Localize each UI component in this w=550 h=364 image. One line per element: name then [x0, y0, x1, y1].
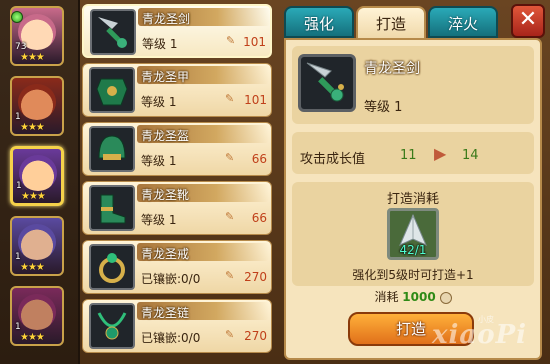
item-stat: 等级 1 [141, 95, 177, 109]
cost-value: 1000 [402, 290, 436, 304]
item-title: 青龙圣剑 [364, 61, 420, 77]
item-level: 等级 1 [364, 100, 403, 115]
necklace-icon [89, 303, 135, 349]
item-name: 青龙圣盔 [141, 129, 190, 143]
equipment-item[interactable]: 青龙圣戒已镶嵌:0/0 ✎ 270 [82, 240, 272, 294]
hero-face [18, 294, 56, 330]
forge-cost-title: 打造消耗 [386, 192, 439, 207]
tab-forge[interactable]: 打造 [356, 6, 426, 38]
hammer-icon: ✎ [225, 269, 235, 282]
equipment-item[interactable]: 青龙圣剑等级 1 ✎ 101 [82, 4, 272, 58]
item-stat: 等级 1 [141, 154, 177, 168]
equipment-item[interactable]: 青龙圣盔等级 1 ✎ 66 [82, 122, 272, 176]
watermark-logo: xiaoPi [432, 320, 527, 350]
hero-face [18, 224, 56, 260]
hero-stars: ★★★ [20, 262, 45, 273]
item-name: 青龙圣靴 [141, 188, 190, 202]
equipment-item[interactable]: 青龙圣甲等级 1 ✎ 101 [82, 63, 272, 117]
item-stat: 等级 1 [142, 37, 178, 51]
hero-stars: ★★★ [21, 191, 46, 202]
item-stat: 已镶嵌:0/0 [141, 272, 201, 286]
item-name: 青龙圣剑 [142, 12, 191, 26]
hammer-icon: ✎ [225, 151, 235, 164]
hero-portrait[interactable]: 1 ★★★ [10, 76, 64, 136]
hero-stars: ★★★ [20, 332, 45, 343]
item-name: 青龙圣戒 [141, 247, 190, 261]
armor-icon [89, 67, 135, 113]
boots-icon [89, 185, 135, 231]
sword-icon [298, 54, 356, 112]
close-button[interactable]: ✕ [511, 4, 545, 38]
cost-row: 消耗 1000 [286, 288, 540, 305]
item-stat: 已镶嵌:0/0 [141, 331, 201, 345]
hero-stars: ★★★ [20, 52, 45, 63]
item-cost: 101 [243, 35, 266, 49]
item-name: 青龙圣甲 [141, 70, 190, 84]
hammer-icon: ✎ [226, 34, 236, 47]
equipment-item[interactable]: 青龙圣靴等级 1 ✎ 66 [82, 181, 272, 235]
item-cost: 270 [244, 270, 267, 284]
hero-portrait[interactable]: 1 ★★★ [10, 286, 64, 346]
growth-label: 攻击成长值 [300, 152, 366, 167]
coin-icon [439, 291, 452, 304]
hammer-icon: ✎ [225, 210, 235, 223]
sword-icon [90, 9, 136, 55]
helmet-icon [89, 126, 135, 172]
equipment-item[interactable]: 青龙圣链已镶嵌:0/0 ✎ 270 [82, 299, 272, 353]
hero-stars: ★★★ [20, 122, 45, 133]
growth-next: 14 [462, 148, 479, 163]
item-cost: 66 [251, 211, 267, 225]
ring-icon [89, 244, 135, 290]
equipment-list: 青龙圣剑 等级 1 ✎ 101 青龙圣甲 等级 1 ✎ 101 青龙圣盔 等级 1 ✎ 66 青龙圣靴等… [82, 4, 274, 360]
hero-portrait[interactable]: 1 ★★★ [10, 146, 64, 206]
cost-label: 消耗 [374, 290, 399, 304]
tab-enhance[interactable]: 强化 [284, 6, 354, 38]
hero-face [18, 84, 56, 120]
item-cost: 270 [244, 329, 267, 343]
hero-level: 1 [16, 181, 22, 191]
item-stat: 等级 1 [141, 213, 177, 227]
hero-portrait[interactable]: 1 ★★★ [10, 216, 64, 276]
hero-level: 73 [15, 42, 27, 52]
close-icon: ✕ [518, 7, 538, 32]
hammer-icon: ✎ [225, 92, 235, 105]
forge-panel: 青龙圣剑 等级 1 攻击成长值 11 ▶ 14 打造消耗 42/1 强化到5级时… [284, 38, 542, 360]
online-dot-icon [11, 11, 23, 23]
growth-current: 11 [400, 148, 417, 163]
item-name: 青龙圣链 [141, 306, 190, 320]
item-cost: 66 [251, 152, 267, 166]
tab-quench[interactable]: 淬火 [428, 6, 498, 38]
hammer-icon: ✎ [225, 328, 235, 341]
hero-level: 1 [15, 252, 21, 262]
material-slot[interactable]: 42/1 [387, 208, 439, 260]
tab-bar: 强化 打造 淬火 [284, 6, 504, 38]
item-cost: 101 [244, 93, 267, 107]
forge-hint: 强化到5级时可打造+1 [352, 268, 474, 282]
hero-level: 1 [15, 112, 21, 122]
hero-face [19, 155, 57, 191]
arrow-right-icon: ▶ [434, 144, 447, 163]
hero-list: 73 ★★★ 1 ★★★ 1 ★★★ 1 ★★★ 1 ★★★ [0, 0, 80, 364]
material-count: 42/1 [399, 243, 427, 257]
hero-level: 1 [15, 322, 21, 332]
